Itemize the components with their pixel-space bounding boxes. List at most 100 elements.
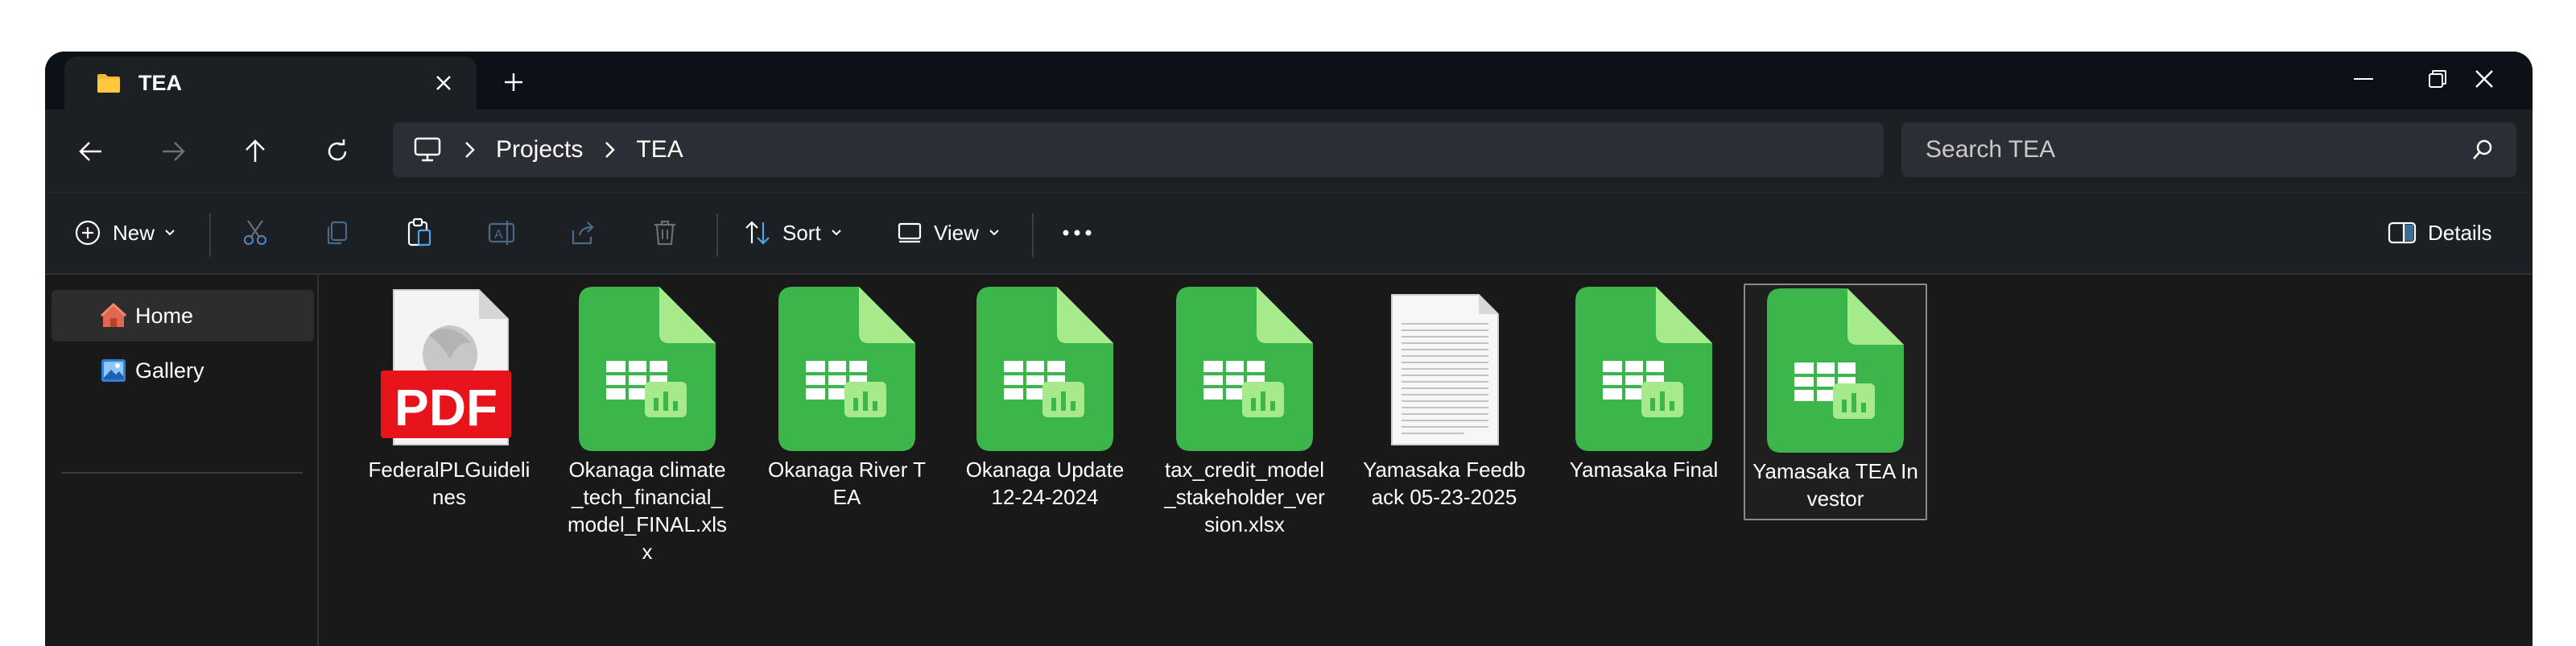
command-bar: New A Sort View Details <box>45 192 2533 275</box>
pdf-badge-label: PDF <box>394 379 497 437</box>
search-input[interactable]: Search TEA <box>1901 122 2516 177</box>
sidebar-divider <box>61 472 303 474</box>
chevron-down-icon <box>989 230 999 236</box>
file-list: PDF FederalPLGuidelines Okanaga climate_… <box>319 274 2533 646</box>
breadcrumb-separator[interactable] <box>464 141 475 159</box>
this-pc-button[interactable] <box>414 135 443 164</box>
search-placeholder: Search TEA <box>1926 136 2056 163</box>
more-options-button[interactable] <box>1061 212 1093 254</box>
view-button[interactable]: View <box>897 212 1000 254</box>
navigation-bar: Projects TEA Search TEA <box>45 110 2533 192</box>
home-icon <box>100 302 127 327</box>
delete-button[interactable] <box>652 212 678 254</box>
close-window-button[interactable] <box>2452 55 2516 103</box>
spreadsheet-file-icon <box>579 287 716 451</box>
spreadsheet-file-icon <box>778 287 915 451</box>
spreadsheet-file-icon <box>1767 288 1904 453</box>
rename-button[interactable]: A <box>488 212 517 254</box>
scissors-icon <box>243 220 267 246</box>
spreadsheet-file-icon <box>1176 287 1313 451</box>
spreadsheet-file-icon <box>976 287 1113 451</box>
close-icon <box>2475 70 2493 88</box>
minimize-icon <box>2354 78 2373 80</box>
forward-button[interactable] <box>151 131 195 172</box>
view-button-label: View <box>934 220 979 245</box>
copy-icon <box>327 221 348 245</box>
sidebar-item-label: Gallery <box>135 358 204 383</box>
plus-icon <box>505 73 522 91</box>
file-item-yamasaka-tea-investor[interactable]: Yamasaka TEA Investor <box>1744 284 1927 520</box>
back-button[interactable] <box>69 131 113 172</box>
cut-button[interactable] <box>242 212 269 254</box>
new-button[interactable]: New <box>74 212 175 254</box>
chevron-down-icon <box>165 230 175 236</box>
plus-circle-icon <box>75 220 101 246</box>
more-icon <box>1063 230 1092 236</box>
close-icon <box>436 76 451 90</box>
file-item-okanaga-climate-tech-financial-model[interactable]: Okanaga climate_tech_financial_model_FIN… <box>559 284 736 572</box>
file-name: Okanaga River TEA <box>767 458 927 509</box>
address-bar[interactable]: Projects TEA <box>393 122 1884 177</box>
close-tab-button[interactable] <box>430 69 457 97</box>
arrow-right-icon <box>163 142 185 161</box>
gallery-icon <box>101 359 126 382</box>
arrow-left-icon <box>79 142 101 161</box>
file-name: Okanaga climate_tech_financial_model_FIN… <box>568 458 727 564</box>
file-item-okanaga-river-tea[interactable]: Okanaga River TEA <box>758 284 935 517</box>
up-button[interactable] <box>233 131 277 172</box>
chevron-right-icon <box>465 142 475 158</box>
text-document-icon <box>1376 287 1513 451</box>
file-item-yamasaka-final[interactable]: Yamasaka Final <box>1555 284 1732 490</box>
details-button[interactable]: Details <box>2388 212 2491 254</box>
view-icon <box>898 222 922 243</box>
file-name: Yamasaka Final <box>1569 458 1719 482</box>
chevron-down-icon <box>831 230 841 236</box>
toolbar-divider <box>209 213 211 257</box>
trash-icon <box>654 220 675 246</box>
rename-icon: A <box>488 221 515 245</box>
new-button-label: New <box>113 220 155 245</box>
file-item-federalplguidelines[interactable]: PDF FederalPLGuidelines <box>361 284 538 517</box>
file-item-tax-credit-model[interactable]: tax_credit_model_stakeholder_version.xls… <box>1156 284 1333 545</box>
navigation-pane: Home Gallery <box>45 274 319 646</box>
file-item-okanaga-update[interactable]: Okanaga Update 12-24-2024 <box>956 284 1133 517</box>
file-name: Yamasaka Feedback 05-23-2025 <box>1363 458 1525 509</box>
sidebar-item-label: Home <box>135 303 194 328</box>
copy-button[interactable] <box>324 212 351 254</box>
restore-icon <box>2429 70 2446 88</box>
paste-button[interactable] <box>406 212 433 254</box>
search-icon <box>2473 139 2492 159</box>
arrow-up-icon <box>246 139 265 162</box>
file-name: tax_credit_model_stakeholder_version.xls… <box>1164 458 1325 536</box>
file-item-yamasaka-feedback[interactable]: Yamasaka Feedback 05-23-2025 <box>1356 284 1533 517</box>
refresh-button[interactable] <box>316 131 359 172</box>
sort-icon <box>745 221 770 245</box>
minimize-button[interactable] <box>2331 55 2396 103</box>
toolbar-divider <box>716 213 718 257</box>
svg-text:A: A <box>494 228 503 242</box>
file-name: FederalPLGuidelines <box>368 458 530 509</box>
file-explorer-window: TEA Projects TEA Search TEA New A Sort V… <box>45 52 2533 646</box>
new-tab-button[interactable] <box>497 66 530 98</box>
breadcrumb-tea[interactable]: TEA <box>636 136 683 164</box>
file-name: Okanaga Update 12-24-2024 <box>965 458 1125 509</box>
folder-icon <box>97 74 120 93</box>
sort-button[interactable]: Sort <box>744 212 842 254</box>
sort-button-label: Sort <box>782 220 821 245</box>
share-icon <box>572 222 594 245</box>
breadcrumb-projects[interactable]: Projects <box>496 136 583 164</box>
toolbar-divider <box>1032 213 1034 257</box>
tab-tea[interactable]: TEA <box>64 56 477 110</box>
tab-strip: TEA <box>45 52 2533 110</box>
clipboard-icon <box>407 217 431 246</box>
sidebar-item-home[interactable]: Home <box>52 290 314 342</box>
sidebar-item-gallery[interactable]: Gallery <box>52 345 314 396</box>
share-button[interactable] <box>570 212 597 254</box>
file-name: Yamasaka TEA Investor <box>1752 459 1918 511</box>
pdf-file-icon: PDF <box>381 287 518 451</box>
spreadsheet-file-icon <box>1575 287 1712 451</box>
refresh-icon <box>328 139 347 161</box>
breadcrumb-separator[interactable] <box>604 141 616 159</box>
details-pane-icon <box>2388 222 2417 244</box>
chevron-right-icon <box>605 142 616 158</box>
